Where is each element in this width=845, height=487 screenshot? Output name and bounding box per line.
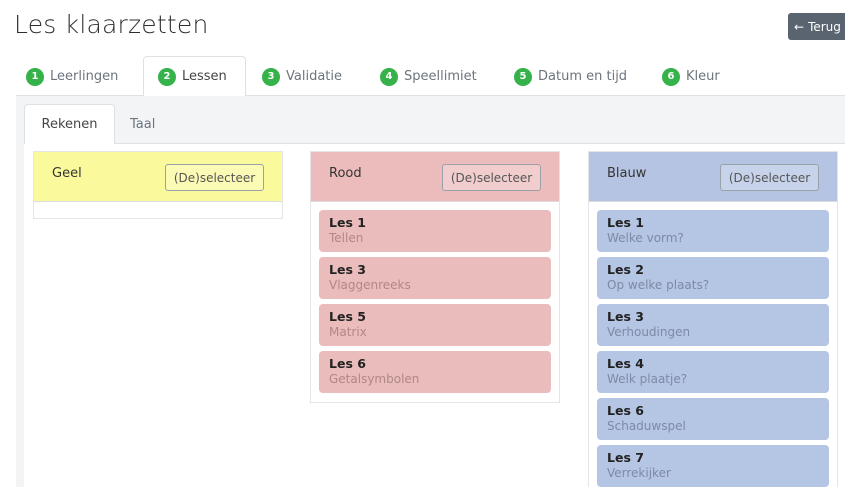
step-label: Kleur (686, 69, 720, 84)
lesson-subtitle: Schaduwspel (607, 419, 686, 433)
lesson-title: Les 2 (607, 262, 644, 277)
deselect-button[interactable]: (De)selecteer (442, 164, 541, 191)
lesson-card[interactable]: Les 7 Verrekijker (597, 445, 829, 487)
step-number-badge: 5 (514, 67, 532, 86)
tab-step-kleur[interactable]: 6 Kleur (662, 56, 720, 97)
step-number-badge: 1 (26, 67, 44, 86)
deselect-button[interactable]: (De)selecteer (720, 164, 819, 191)
tab-step-leerlingen[interactable]: 1 Leerlingen (26, 56, 118, 97)
step-label: Speellimiet (404, 69, 477, 84)
step-number-badge: 6 (662, 67, 680, 86)
step-tabs: 1 Leerlingen 2 Lessen 3 Validatie 4 Spee… (16, 56, 845, 97)
group-name: Geel (52, 166, 82, 181)
group-name: Rood (329, 166, 362, 181)
tab-rekenen[interactable]: Rekenen (24, 104, 115, 145)
lesson-card[interactable]: Les 3 Vlaggenreeks (319, 257, 551, 299)
lesson-title: Les 6 (607, 403, 644, 418)
lesson-title: Les 6 (329, 356, 366, 371)
lesson-title: Les 1 (329, 215, 366, 230)
lesson-subtitle: Welk plaatje? (607, 372, 688, 386)
lesson-subtitle: Getalsymbolen (329, 372, 420, 386)
lesson-subtitle: Verhoudingen (607, 325, 691, 339)
tab-step-validatie[interactable]: 3 Validatie (262, 56, 342, 97)
lesson-title: Les 1 (607, 215, 644, 230)
lesson-card[interactable]: Les 6 Getalsymbolen (319, 351, 551, 393)
group-lesson-list: Les 1 Welke vorm? Les 2 Op welke plaats?… (589, 202, 837, 487)
lesson-title: Les 3 (607, 309, 644, 324)
group-blauw: Blauw (De)selecteer Les 1 Welke vorm? Le… (588, 151, 838, 487)
page-title: Les klaarzetten (14, 10, 209, 39)
lesson-subtitle: Op welke plaats? (607, 278, 710, 292)
group-name: Blauw (607, 166, 647, 181)
groups-area: Geel (De)selecteer Rood (De)selecteer Le… (24, 144, 845, 487)
group-header: Rood (De)selecteer (311, 152, 559, 202)
lesson-subtitle: Tellen (329, 231, 364, 245)
group-header: Geel (De)selecteer (34, 152, 282, 202)
lesson-subtitle: Welke vorm? (607, 231, 684, 245)
lesson-card[interactable]: Les 1 Tellen (319, 210, 551, 252)
back-button-label: Terug (808, 19, 841, 34)
lesson-title: Les 3 (329, 262, 366, 277)
deselect-button[interactable]: (De)selecteer (165, 164, 264, 191)
step-label: Leerlingen (50, 69, 119, 84)
lesson-card[interactable]: Les 5 Matrix (319, 304, 551, 346)
step-number-badge: 2 (158, 67, 176, 86)
group-geel: Geel (De)selecteer (33, 151, 283, 219)
lesson-card[interactable]: Les 2 Op welke plaats? (597, 257, 829, 299)
tab-step-lessen[interactable]: 2 Lessen (143, 56, 246, 97)
lesson-title: Les 5 (329, 309, 366, 324)
tab-content-panel: Rekenen Taal Geel (De)selecteer Rood (De… (16, 96, 845, 487)
lesson-title: Les 7 (607, 450, 644, 465)
group-lesson-list (34, 202, 282, 218)
lesson-subtitle: Verrekijker (607, 466, 671, 480)
step-label: Datum en tijd (538, 69, 628, 84)
lesson-card[interactable]: Les 1 Welke vorm? (597, 210, 829, 252)
subject-tabs: Rekenen Taal (24, 104, 845, 145)
group-lesson-list: Les 1 Tellen Les 3 Vlaggenreeks Les 5 Ma… (311, 202, 559, 402)
tab-step-speellimiet[interactable]: 4 Speellimiet (380, 56, 477, 97)
step-number-badge: 4 (380, 67, 398, 86)
lesson-subtitle: Vlaggenreeks (329, 278, 411, 292)
step-label: Lessen (182, 69, 227, 84)
step-label: Validatie (286, 69, 342, 84)
tab-step-datum-en-tijd[interactable]: 5 Datum en tijd (514, 56, 627, 97)
back-button[interactable]: ← Terug (788, 13, 845, 40)
tab-taal[interactable]: Taal (130, 104, 155, 145)
lesson-title: Les 4 (607, 356, 644, 371)
lesson-card[interactable]: Les 6 Schaduwspel (597, 398, 829, 440)
arrow-left-icon: ← (794, 19, 805, 34)
lesson-card[interactable]: Les 3 Verhoudingen (597, 304, 829, 346)
group-header: Blauw (De)selecteer (589, 152, 837, 202)
step-number-badge: 3 (262, 67, 280, 86)
lesson-subtitle: Matrix (329, 325, 367, 339)
lesson-card[interactable]: Les 4 Welk plaatje? (597, 351, 829, 393)
group-rood: Rood (De)selecteer Les 1 Tellen Les 3 Vl… (310, 151, 560, 403)
